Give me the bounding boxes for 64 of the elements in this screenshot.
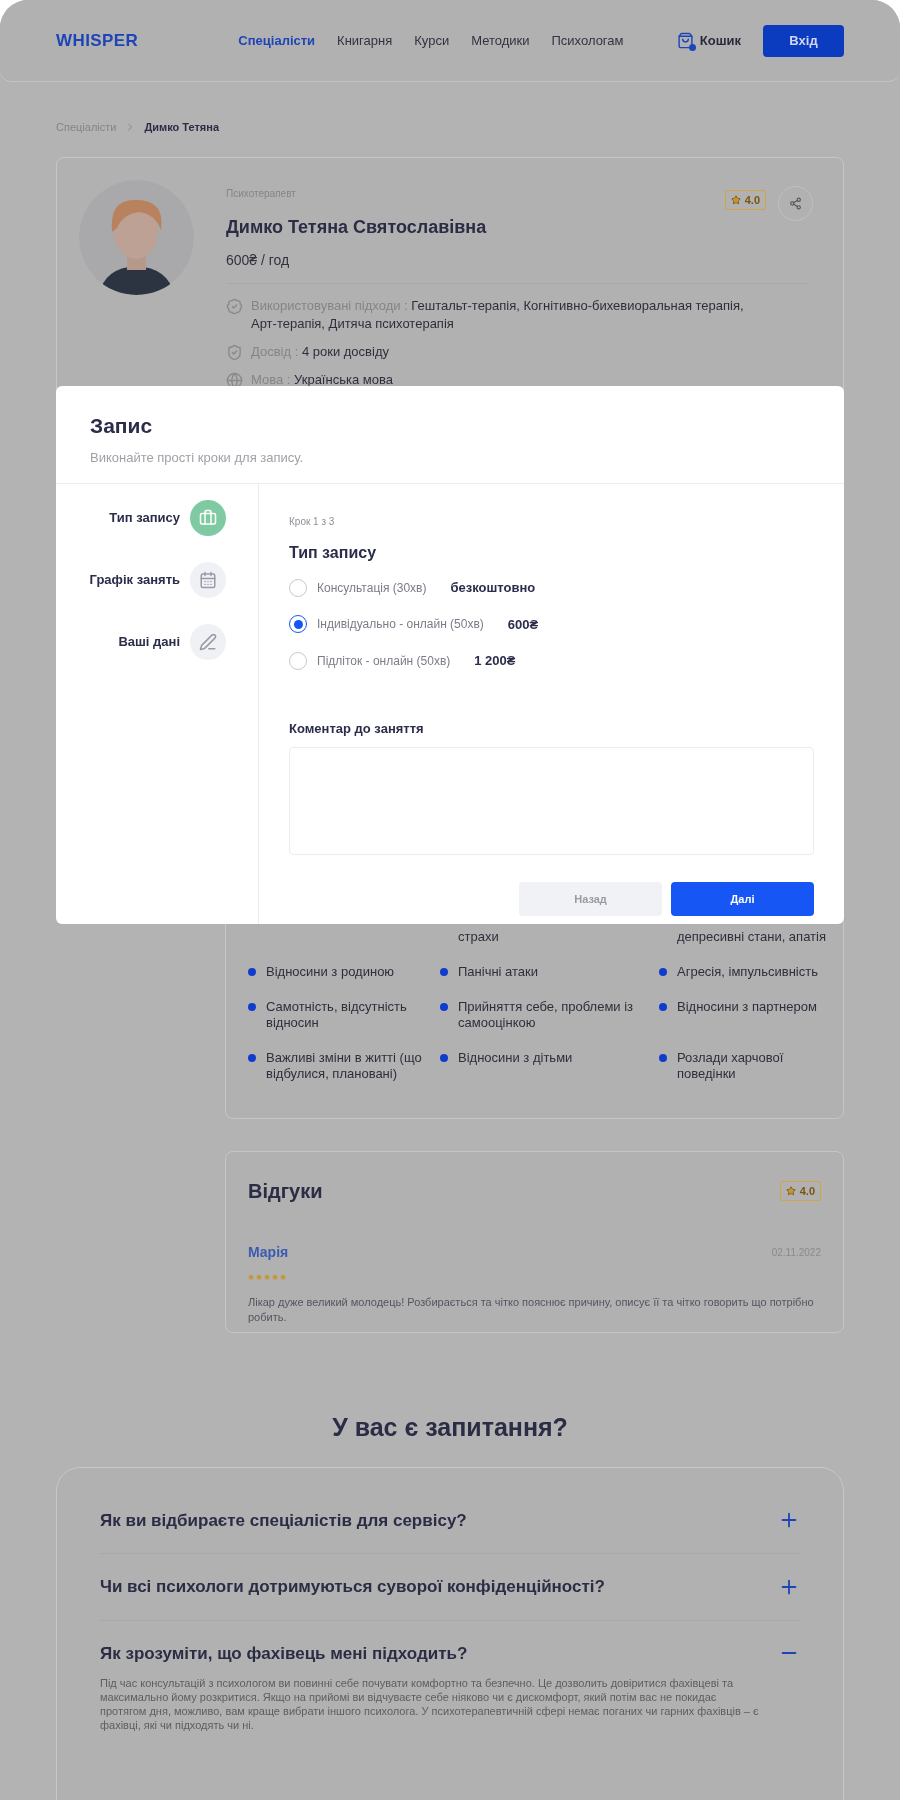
review-author: Марія [248,1243,290,1262]
topic-text: Панічні атаки [458,964,540,980]
faq-question[interactable]: Як ви відбираєте спеціалістів для сервісу? [100,1507,778,1533]
bullet-icon [440,968,448,976]
nav-link[interactable]: Спеціалісти [238,30,316,51]
comment-label: Коментар до заняття [289,719,425,738]
bullet-icon [659,968,667,976]
next-button[interactable]: Далі [671,882,814,916]
step-label[interactable]: Графік занять [89,570,180,590]
topic-text: страхи [458,929,500,945]
faq-question[interactable]: Як зрозуміти, що фахівець мені підходить? [100,1640,778,1666]
topic-text: депресивні стани, апатія [677,929,827,945]
topic-text: Самотність, відсутність відносин [266,999,408,1031]
faq-answer: Під час консультацій з психологом ви повинні себе почувати комфортно та безпечно. Це дозволить довіритися фахівцеві та максимально йому розкритися. Якщо на прийомі ви відчуваєте себе ніяково чи є дискомфорт, який потім вас не покидає протягом дня, можливо, вам краще вибрати іншого психолога. У психотерапевтичній сфері немає поганих чи гарних фахівців – є фахівці, які чи підходять чи ні. [100,1676,760,1732]
faq-title: У вас є запитання? [331,1412,569,1443]
badge-icon [226,298,243,315]
nav-link[interactable]: Методики [471,30,530,51]
nav-link[interactable]: Психологам [551,30,624,51]
review-text: Лікар дуже великий молодець! Розбирається та чітко пояснює причину, описує її та чітко говорить що потрібно робить. [248,1295,815,1325]
option-label[interactable]: Індивідуально - онлайн (50хв) [317,615,484,634]
topic-text: Прийняття себе, проблеми із самооцінкою [458,999,635,1031]
option-label[interactable]: Підліток - онлайн (50хв) [317,651,451,670]
topic-text: Агресія, імпульсивність [677,964,819,980]
bag-icon[interactable] [676,31,694,50]
step-label[interactable]: Тип запису [109,508,180,528]
nav-link[interactable]: Книгарня [337,30,393,51]
shield-icon [226,344,243,361]
bullet-icon [248,968,256,976]
breadcrumb-link[interactable]: Димко Тетяна [144,118,220,136]
bullet-icon [659,1003,667,1011]
step-icon[interactable] [190,562,226,598]
reviews-title: Відгуки [248,1179,324,1204]
option-price: безкоштовно [450,579,536,597]
option-label[interactable]: Консультація (30хв) [317,578,427,597]
bullet-icon [659,1054,667,1062]
section-title: Тип запису [289,543,378,563]
dialog-subtitle: Виконайте прості кроки для запису. [90,448,305,467]
topic-text: Відносини з родиною [266,964,396,980]
cart-link[interactable]: Кошик [699,30,741,51]
option-price: 600₴ [507,615,539,634]
bullet-icon [248,1054,256,1062]
topic-text: Відносини з дітьми [458,1050,574,1066]
option-price: 1 200₴ [474,652,516,670]
topic-text: Відносини з партнером [677,999,818,1015]
step-counter: Крок 1 з 3 [289,515,336,529]
step-label[interactable]: Ваші дані [118,632,180,652]
login-button[interactable]: Вхід [763,24,844,57]
dialog-title: Запис [90,413,154,439]
specialist-name: Димко Тетяна Святославівна [226,216,488,239]
share-icon [789,197,802,210]
faq-question[interactable]: Чи всі психологи дотримуються суворої конфіденційності? [100,1574,778,1600]
step-icon[interactable] [190,624,226,660]
bullet-icon [440,1054,448,1062]
rating-badge: 4.0 [779,1181,821,1201]
nav-link[interactable]: Курси [414,30,450,51]
price-label: 600₴ / год [226,251,291,270]
bullet-icon [248,1003,256,1011]
step-icon[interactable] [190,500,226,536]
bullet-icon [440,1003,448,1011]
topic-text: Розлади харчової поведінки [677,1050,785,1082]
logo[interactable]: WHISPER [56,27,139,54]
topic-text: Важливі зміни в житті (що відбулися, плановані) [266,1050,423,1082]
rating-badge: 4.0 [724,190,766,210]
globe-icon [226,372,243,389]
